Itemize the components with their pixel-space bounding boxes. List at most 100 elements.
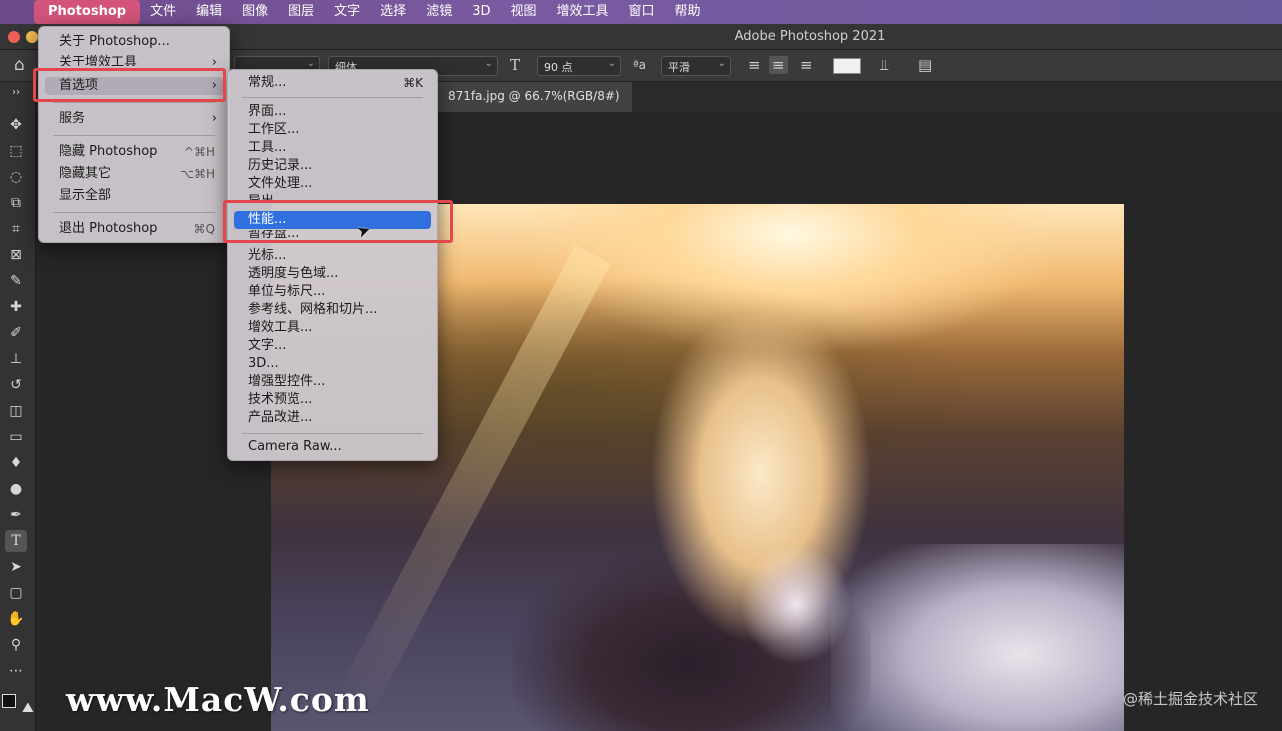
- menu-3d[interactable]: 3D: [462, 0, 500, 24]
- menu-item-label: Camera Raw...: [248, 439, 342, 454]
- menu-help[interactable]: 帮助: [665, 0, 711, 24]
- align-center-icon[interactable]: ≡: [769, 56, 788, 74]
- pref-item-3d[interactable]: 3D...: [234, 355, 431, 373]
- font-size-select[interactable]: 90 点 ⌄: [537, 56, 621, 76]
- menu-item-label: 文件处理...: [248, 176, 313, 191]
- menu-edit[interactable]: 编辑: [186, 0, 232, 24]
- submenu-arrow-icon: ›: [211, 111, 217, 126]
- menu-item-about-plugins[interactable]: 关于增效工具 ›: [45, 54, 223, 66]
- menu-file[interactable]: 文件: [140, 0, 186, 24]
- highlight-box-preferences: [33, 68, 226, 102]
- foreground-color-swatch[interactable]: [2, 694, 16, 708]
- hand-tool-icon[interactable]: ✋: [5, 608, 27, 630]
- submenu-arrow-icon: ›: [211, 55, 217, 66]
- pref-item-product-improvement[interactable]: 产品改进...: [234, 409, 431, 427]
- pref-item-history[interactable]: 历史记录...: [234, 157, 431, 175]
- font-size-icon: T: [510, 56, 521, 74]
- stamp-tool-icon[interactable]: ⊥: [5, 348, 27, 370]
- pref-item-transparency[interactable]: 透明度与色域...: [234, 265, 431, 283]
- menu-item-about[interactable]: 关于 Photoshop...: [45, 33, 223, 51]
- rectangle-tool-icon[interactable]: ▢: [5, 582, 27, 604]
- menu-item-label: 工具...: [248, 140, 287, 155]
- watermark-logo-icon: ⛰: [22, 700, 34, 716]
- healing-brush-tool-icon[interactable]: ✚: [5, 296, 27, 318]
- pref-item-file-handling[interactable]: 文件处理...: [234, 175, 431, 193]
- pref-item-camera-raw[interactable]: Camera Raw...: [234, 438, 431, 456]
- pref-item-interface[interactable]: 界面...: [234, 103, 431, 121]
- pref-item-units-rulers[interactable]: 单位与标尺...: [234, 283, 431, 301]
- align-right-icon[interactable]: ≡: [800, 56, 813, 74]
- pref-item-guides-grid[interactable]: 参考线、网格和切片...: [234, 301, 431, 319]
- history-brush-tool-icon[interactable]: ↺: [5, 374, 27, 396]
- menu-item-quit[interactable]: 退出 Photoshop ⌘Q: [45, 220, 223, 238]
- pen-tool-icon[interactable]: ✒: [5, 504, 27, 526]
- pref-item-type[interactable]: 文字...: [234, 337, 431, 355]
- antialias-icon: ªa: [633, 58, 647, 72]
- menu-item-label: 单位与标尺...: [248, 284, 326, 299]
- photo-white-top: [741, 544, 851, 664]
- tools-panel: ›› ✥ ⬚ ◌ ⧉ ⌗ ⊠ ✎ ✚ ✐ ⊥ ↺ ◫ ▭ ♦ ● ✒ T ➤ ▢…: [0, 82, 36, 731]
- menu-item-label: 透明度与色域...: [248, 266, 339, 281]
- menu-item-label: 技术预览...: [248, 392, 313, 407]
- menu-view[interactable]: 视图: [500, 0, 546, 24]
- move-tool-icon[interactable]: ✥: [5, 114, 27, 136]
- pref-item-tools[interactable]: 工具...: [234, 139, 431, 157]
- menu-filter[interactable]: 滤镜: [416, 0, 462, 24]
- menu-item-services[interactable]: 服务 ›: [45, 110, 223, 128]
- frame-tool-icon[interactable]: ⊠: [5, 244, 27, 266]
- document-tab[interactable]: 871fa.jpg @ 66.7%(RGB/8#): [436, 82, 632, 112]
- menu-image[interactable]: 图像: [232, 0, 278, 24]
- zoom-tool-icon[interactable]: ⚲: [5, 634, 27, 656]
- object-select-tool-icon[interactable]: ⧉: [5, 192, 27, 214]
- menu-item-show-all[interactable]: 显示全部: [45, 187, 223, 205]
- menu-layer[interactable]: 图层: [278, 0, 324, 24]
- crop-tool-icon[interactable]: ⌗: [5, 218, 27, 240]
- pref-item-plugins[interactable]: 增效工具...: [234, 319, 431, 337]
- menu-type[interactable]: 文字: [324, 0, 370, 24]
- type-tool-icon[interactable]: T: [5, 530, 27, 552]
- menu-separator: [53, 102, 215, 103]
- collapse-chevron-icon[interactable]: ››: [5, 82, 27, 104]
- pref-item-enhanced-controls[interactable]: 增强型控件...: [234, 373, 431, 391]
- lasso-tool-icon[interactable]: ◌: [5, 166, 27, 188]
- path-select-tool-icon[interactable]: ➤: [5, 556, 27, 578]
- pref-item-cursors[interactable]: 光标...: [234, 247, 431, 265]
- more-tools-icon[interactable]: ⋯: [5, 660, 27, 682]
- gradient-tool-icon[interactable]: ▭: [5, 426, 27, 448]
- menu-item-label: 增强型控件...: [248, 374, 326, 389]
- blur-tool-icon[interactable]: ♦: [5, 452, 27, 474]
- dodge-tool-icon[interactable]: ●: [5, 478, 27, 500]
- font-size-value: 90 点: [544, 61, 573, 74]
- eraser-tool-icon[interactable]: ◫: [5, 400, 27, 422]
- warp-text-icon[interactable]: ⫫: [880, 56, 888, 74]
- menu-item-label: 服务: [59, 111, 86, 126]
- pref-item-general[interactable]: 常规... ⌘K: [234, 74, 431, 92]
- eyedropper-tool-icon[interactable]: ✎: [5, 270, 27, 292]
- character-panel-icon[interactable]: ▤: [918, 56, 932, 74]
- menu-item-label: 增效工具...: [248, 320, 313, 335]
- align-left-icon[interactable]: ≡: [748, 56, 761, 74]
- antialias-select[interactable]: 平滑 ⌄: [661, 56, 731, 76]
- text-color-swatch[interactable]: [833, 58, 861, 74]
- pref-item-technology-previews[interactable]: 技术预览...: [234, 391, 431, 409]
- brush-tool-icon[interactable]: ✐: [5, 322, 27, 344]
- menu-item-label: 参考线、网格和切片...: [248, 302, 378, 317]
- marquee-tool-icon[interactable]: ⬚: [5, 140, 27, 162]
- menu-photoshop[interactable]: Photoshop: [34, 0, 141, 24]
- menu-item-hide-others[interactable]: 隐藏其它 ⌥⌘H: [45, 165, 223, 183]
- menu-item-label: 隐藏其它: [59, 166, 112, 181]
- menu-item-label: 隐藏 Photoshop: [59, 144, 158, 159]
- menu-window[interactable]: 窗口: [619, 0, 665, 24]
- home-icon[interactable]: ⌂: [14, 55, 25, 75]
- menu-item-label: 退出 Photoshop: [59, 221, 158, 236]
- shortcut-label: ⌥⌘H: [180, 167, 215, 181]
- menu-plugins[interactable]: 增效工具: [547, 0, 619, 24]
- menu-item-label: 产品改进...: [248, 410, 313, 425]
- menu-item-hide[interactable]: 隐藏 Photoshop ^⌘H: [45, 143, 223, 161]
- menu-select[interactable]: 选择: [370, 0, 416, 24]
- macos-menu-bar: Photoshop 文件 编辑 图像 图层 文字 选择 滤镜 3D 视图 增效工…: [0, 0, 1282, 24]
- photo-lake: [831, 544, 1124, 731]
- pref-item-workspace[interactable]: 工作区...: [234, 121, 431, 139]
- menu-separator: [53, 212, 215, 213]
- menu-separator: [242, 97, 423, 98]
